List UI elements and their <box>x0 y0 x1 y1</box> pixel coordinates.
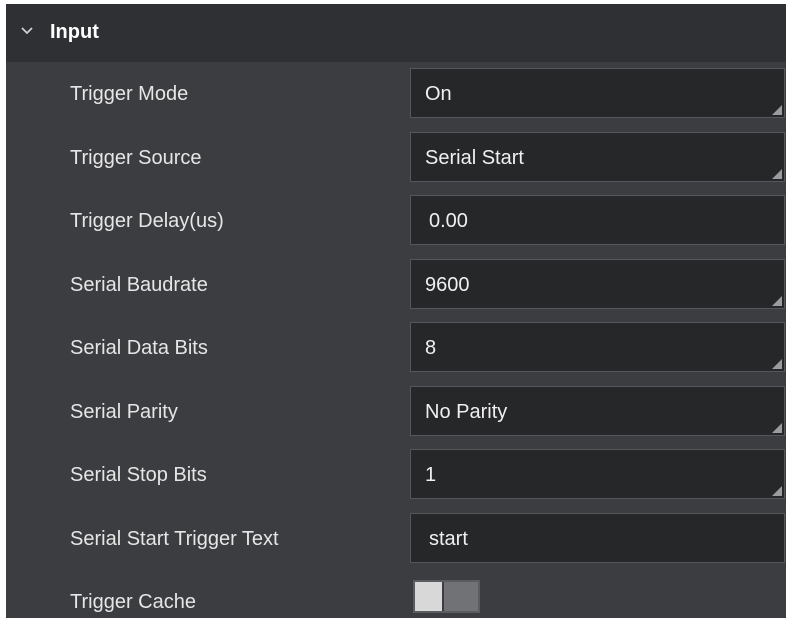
dropdown-corner-icon <box>772 422 782 433</box>
dropdown-corner-icon <box>772 105 782 115</box>
row-trigger-source: Trigger Source Serial Start <box>6 126 786 190</box>
trigger-source-value: Serial Start <box>425 146 524 169</box>
label-trigger-cache: Trigger Cache <box>70 591 196 613</box>
trigger-mode-select[interactable]: On <box>410 68 785 118</box>
serial-stop-bits-value: 1 <box>425 464 437 486</box>
row-serial-start-trigger-text: Serial Start Trigger Text start <box>6 507 786 571</box>
serial-data-bits-value: 8 <box>425 337 437 359</box>
label-serial-baudrate: Serial Baudrate <box>70 273 208 296</box>
serial-stop-bits-select[interactable]: 1 <box>410 449 785 499</box>
row-trigger-mode: Trigger Mode On <box>6 62 786 126</box>
toggle-knob <box>415 582 444 611</box>
row-serial-stop-bits: Serial Stop Bits 1 <box>6 443 786 507</box>
label-serial-parity: Serial Parity <box>70 400 178 423</box>
dropdown-corner-icon <box>772 359 782 369</box>
label-serial-stop-bits: Serial Stop Bits <box>70 464 207 486</box>
trigger-delay-input[interactable]: 0.00 <box>410 195 785 245</box>
label-trigger-source: Trigger Source <box>70 146 202 169</box>
toggle-track <box>444 582 478 611</box>
row-trigger-cache: Trigger Cache <box>6 570 786 618</box>
serial-parity-select[interactable]: No Parity <box>410 385 785 436</box>
dropdown-corner-icon <box>772 486 782 496</box>
serial-parity-value: No Parity <box>425 400 508 423</box>
section-header-input[interactable]: Input <box>6 4 786 62</box>
label-trigger-delay: Trigger Delay(us) <box>70 210 224 232</box>
serial-data-bits-select[interactable]: 8 <box>410 322 785 372</box>
serial-baudrate-value: 9600 <box>425 273 470 296</box>
label-serial-data-bits: Serial Data Bits <box>70 337 208 359</box>
label-serial-start-trigger-text: Serial Start Trigger Text <box>70 527 279 550</box>
row-trigger-delay: Trigger Delay(us) 0.00 <box>6 189 786 253</box>
trigger-cache-toggle[interactable] <box>413 580 480 613</box>
serial-start-trigger-text-input[interactable]: start <box>410 512 785 563</box>
serial-baudrate-select[interactable]: 9600 <box>410 258 785 309</box>
chevron-down-icon[interactable] <box>19 23 35 39</box>
trigger-source-select[interactable]: Serial Start <box>410 131 785 182</box>
dropdown-corner-icon <box>772 295 782 306</box>
properties-panel: Input Trigger Mode On Trigger Source Ser… <box>6 4 786 618</box>
dropdown-corner-icon <box>772 168 782 179</box>
trigger-delay-value: 0.00 <box>429 210 468 232</box>
row-serial-parity: Serial Parity No Parity <box>6 380 786 444</box>
row-serial-data-bits: Serial Data Bits 8 <box>6 316 786 380</box>
section-title: Input <box>50 21 99 43</box>
serial-start-trigger-text-value: start <box>429 527 468 550</box>
row-serial-baudrate: Serial Baudrate 9600 <box>6 253 786 317</box>
label-trigger-mode: Trigger Mode <box>70 83 189 105</box>
trigger-mode-value: On <box>425 83 452 105</box>
property-list: Trigger Mode On Trigger Source Serial St… <box>6 62 786 618</box>
